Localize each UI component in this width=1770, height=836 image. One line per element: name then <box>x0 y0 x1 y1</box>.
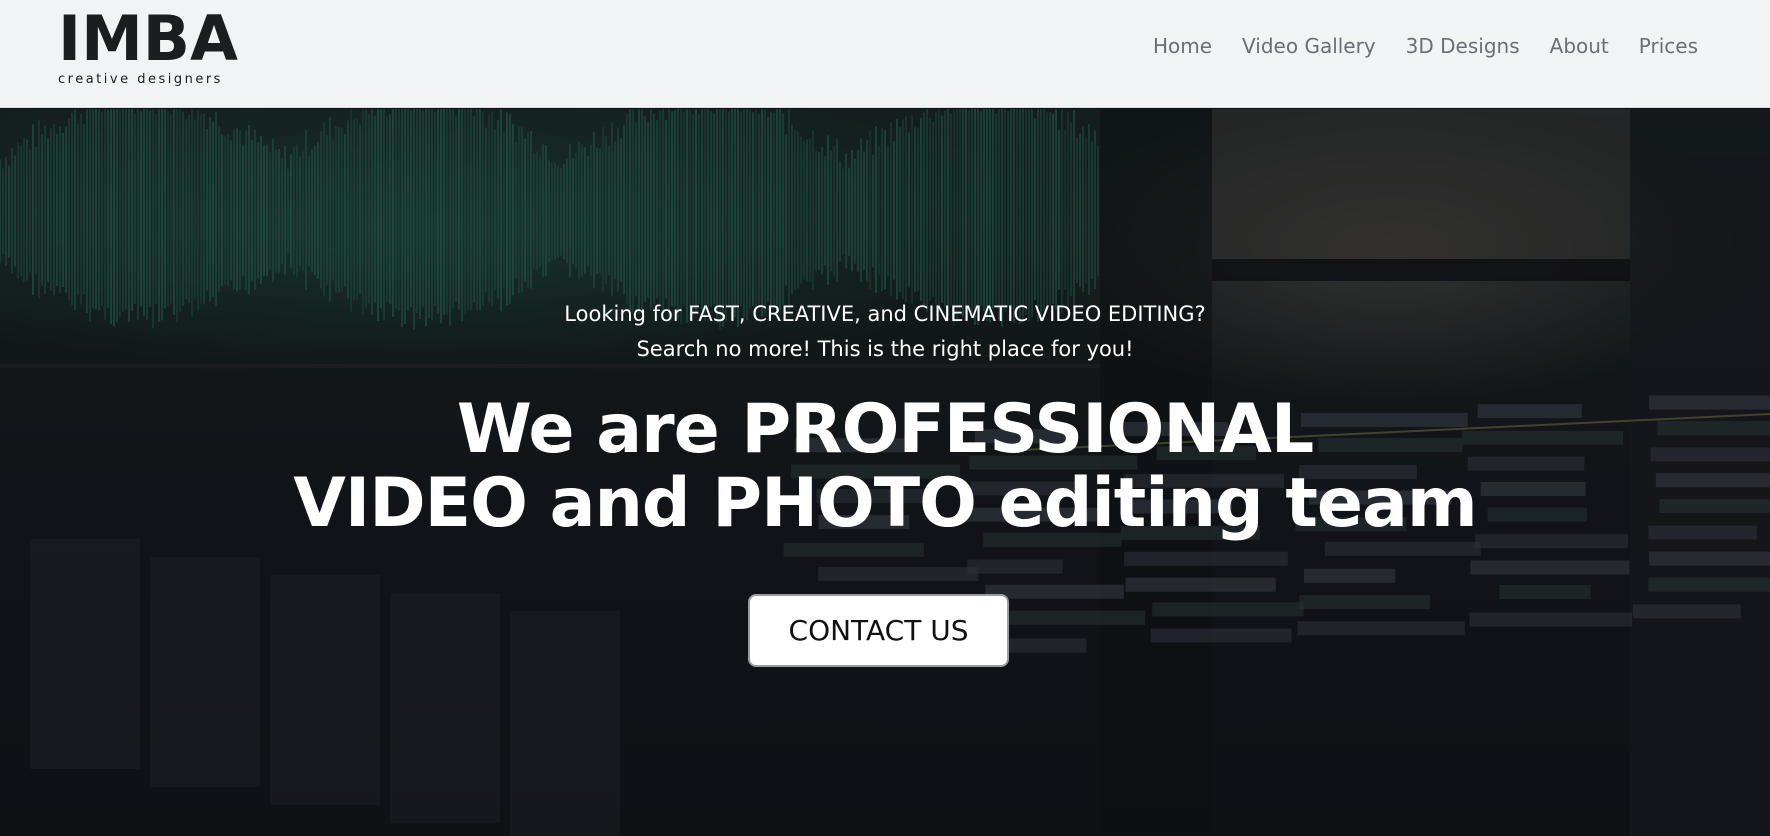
hero-subtitle-line-1: Looking for FAST, CREATIVE, and CINEMATI… <box>564 302 1206 326</box>
hero-title-line-2: VIDEO and PHOTO editing team <box>293 464 1477 543</box>
main-nav: Home Video Gallery 3D Designs About Pric… <box>1153 34 1698 58</box>
logo-wordmark: IMBA <box>58 2 239 75</box>
hero-subtitle-line-2: Search no more! This is the right place … <box>636 337 1134 361</box>
hero-section: Looking for FAST, CREATIVE, and CINEMATI… <box>0 109 1770 836</box>
contact-us-button[interactable]: CONTACT US <box>748 594 1009 667</box>
logo-tagline: creative designers <box>58 72 223 87</box>
nav-item-video-gallery[interactable]: Video Gallery <box>1242 34 1376 58</box>
nav-item-prices[interactable]: Prices <box>1639 34 1698 58</box>
nav-item-3d-designs[interactable]: 3D Designs <box>1406 34 1520 58</box>
nav-item-about[interactable]: About <box>1550 34 1609 58</box>
site-header: IMBA creative designers Home Video Galle… <box>0 0 1770 108</box>
hero-title-line-1: We are PROFESSIONAL <box>456 390 1314 469</box>
nav-item-home[interactable]: Home <box>1153 34 1212 58</box>
brand-logo[interactable]: IMBA creative designers <box>58 2 243 88</box>
